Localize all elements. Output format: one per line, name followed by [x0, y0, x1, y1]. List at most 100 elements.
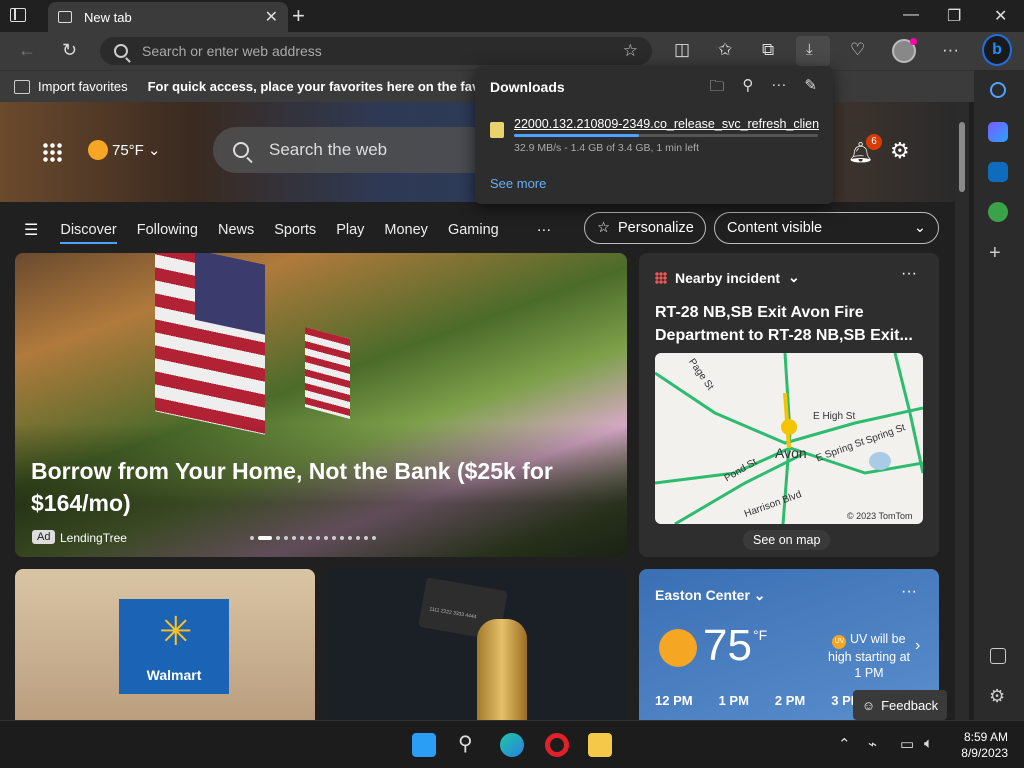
search-icon[interactable]: [990, 82, 1006, 98]
download-file-name[interactable]: 22000.132.210809-2349.co_release_svc_ref…: [514, 117, 819, 131]
bing-copilot-button[interactable]: b: [982, 34, 1012, 66]
import-favorites-link[interactable]: Import favorites: [38, 79, 128, 94]
chevron-up-icon[interactable]: ⌃: [838, 735, 851, 753]
map-label: E High St: [813, 411, 856, 422]
new-tab-button[interactable]: +: [292, 3, 305, 29]
opera-icon[interactable]: [545, 733, 569, 757]
chevron-down-icon: ⌄: [788, 269, 800, 285]
partly-cloudy-icon: [659, 629, 697, 667]
start-button-icon[interactable]: [412, 733, 436, 757]
personalize-label: Personalize: [618, 220, 694, 236]
network-icon[interactable]: ⌁: [868, 735, 877, 753]
outlook-icon[interactable]: [988, 162, 1008, 182]
hour-label: 2 PM: [774, 693, 806, 708]
personalize-button[interactable]: ☆ Personalize: [584, 212, 706, 244]
credit-card-news-card[interactable]: 1111 2222 3333 4444: [327, 569, 627, 720]
file-explorer-icon[interactable]: [588, 733, 612, 757]
search-icon[interactable]: ⚲: [458, 731, 473, 756]
see-more-link[interactable]: See more: [490, 176, 546, 191]
incident-map[interactable]: Page St E High St Avon Pond St E Spring …: [655, 353, 923, 524]
tab-new-tab[interactable]: New tab ✕: [48, 2, 288, 32]
pin-icon[interactable]: ✎: [804, 76, 817, 101]
add-icon[interactable]: +: [989, 242, 1001, 265]
incident-title[interactable]: RT-28 NB,SB Exit Avon Fire Department to…: [655, 301, 925, 347]
back-button[interactable]: ←: [18, 40, 36, 61]
download-icon: ⤓: [806, 41, 813, 58]
apps-grid-icon[interactable]: [42, 142, 62, 162]
tab-actions-icon[interactable]: [10, 8, 26, 22]
tab-title: New tab: [84, 9, 132, 25]
hero-title[interactable]: Borrow from Your Home, Not the Bank ($25…: [31, 455, 591, 519]
walmart-news-card[interactable]: ✳ Walmart: [15, 569, 315, 720]
more-options-icon[interactable]: ···: [901, 265, 917, 283]
incident-header[interactable]: Nearby incident ⌄: [655, 269, 800, 286]
search-icon[interactable]: ⚲: [742, 76, 753, 101]
uv-note[interactable]: UV UV will be high starting at 1 PM: [823, 631, 915, 681]
flag-image: [155, 253, 265, 435]
page-settings-gear-icon[interactable]: ⚙: [890, 138, 910, 164]
copilot-icon[interactable]: [988, 122, 1008, 142]
open-folder-icon[interactable]: 🗀: [709, 76, 724, 101]
toolbar: ← ↻ Search or enter web address ☆ ◫ ✩ ⧉ …: [0, 32, 1024, 70]
favorites-icon[interactable]: ✩: [718, 40, 732, 60]
card-number: 1111 2222 3333 4444: [428, 606, 477, 621]
clock-date: 8/9/2023: [961, 746, 1008, 760]
weather-widget[interactable]: 75°F ⌄: [88, 140, 160, 160]
favorite-star-icon[interactable]: ☆: [623, 41, 638, 61]
page-scrollbar[interactable]: [955, 102, 969, 720]
split-screen-icon[interactable]: ◫: [674, 40, 690, 60]
tab-play[interactable]: Play: [336, 222, 364, 238]
search-icon: [114, 44, 128, 58]
more-options-icon[interactable]: ···: [771, 76, 786, 101]
weather-location[interactable]: Easton Center ⌄: [655, 587, 766, 604]
hero-ad-card[interactable]: Borrow from Your Home, Not the Bank ($25…: [15, 253, 627, 557]
collections-icon[interactable]: ⧉: [762, 40, 774, 60]
profile-avatar[interactable]: [892, 38, 917, 63]
flag-image-small: [305, 326, 350, 420]
tab-gaming[interactable]: Gaming: [448, 222, 499, 238]
scroll-thumb[interactable]: [959, 122, 965, 192]
settings-gear-icon[interactable]: ⚙: [989, 686, 1005, 707]
games-icon[interactable]: [988, 202, 1008, 222]
close-tab-icon[interactable]: ✕: [265, 7, 278, 27]
weather-unit: °F: [753, 627, 768, 643]
nearby-incident-card[interactable]: Nearby incident ⌄ ··· RT-28 NB,SB Exit A…: [639, 253, 939, 557]
address-bar[interactable]: Search or enter web address ☆: [100, 37, 652, 65]
downloads-title: Downloads: [490, 79, 565, 95]
clock[interactable]: 8:59 AM 8/9/2023: [950, 729, 1008, 761]
restore-button[interactable]: ❐: [947, 6, 961, 26]
volume-icon[interactable]: 🔈︎: [924, 735, 933, 752]
ad-label: Ad: [32, 530, 56, 544]
display-icon[interactable]: ▭: [900, 735, 914, 753]
see-on-map-button[interactable]: See on map: [743, 530, 831, 550]
feedback-label: Feedback: [881, 697, 939, 713]
edge-browser-icon[interactable]: [500, 733, 524, 757]
more-tabs-button[interactable]: ···: [537, 222, 552, 238]
import-icon: [14, 79, 30, 94]
downloads-flyout: Downloads 🗀 ⚲ ··· ✎ 22000.132.210809-234…: [475, 66, 833, 204]
hamburger-menu-icon[interactable]: ☰: [24, 220, 38, 240]
carousel-dots[interactable]: [250, 536, 376, 540]
refresh-button[interactable]: ↻: [62, 40, 77, 61]
tab-following[interactable]: Following: [137, 222, 198, 238]
tab-sports[interactable]: Sports: [274, 222, 316, 238]
tab-money[interactable]: Money: [384, 222, 428, 238]
file-icon: [490, 122, 504, 138]
sparkle-icon: ☆: [597, 220, 610, 236]
downloads-button[interactable]: ⤓: [796, 36, 830, 66]
sidebar-toggle-icon[interactable]: [990, 648, 1006, 664]
feedback-icon: ☺: [861, 697, 876, 713]
close-window-button[interactable]: ✕: [994, 6, 1007, 26]
tab-news[interactable]: News: [218, 222, 254, 238]
address-placeholder: Search or enter web address: [142, 43, 322, 59]
tab-discover[interactable]: Discover: [60, 222, 117, 244]
web-search-box[interactable]: Search the web: [213, 127, 483, 173]
feedback-button[interactable]: ☺ Feedback: [853, 690, 947, 720]
search-icon: [233, 142, 249, 158]
performance-heart-icon[interactable]: ♡: [850, 40, 865, 60]
content-visibility-dropdown[interactable]: Content visible ⌄: [714, 212, 939, 244]
more-options-icon[interactable]: ···: [901, 583, 917, 601]
chevron-right-icon[interactable]: ›: [915, 637, 920, 655]
minimize-button[interactable]: —: [903, 6, 919, 24]
more-menu-icon[interactable]: ···: [942, 40, 959, 60]
